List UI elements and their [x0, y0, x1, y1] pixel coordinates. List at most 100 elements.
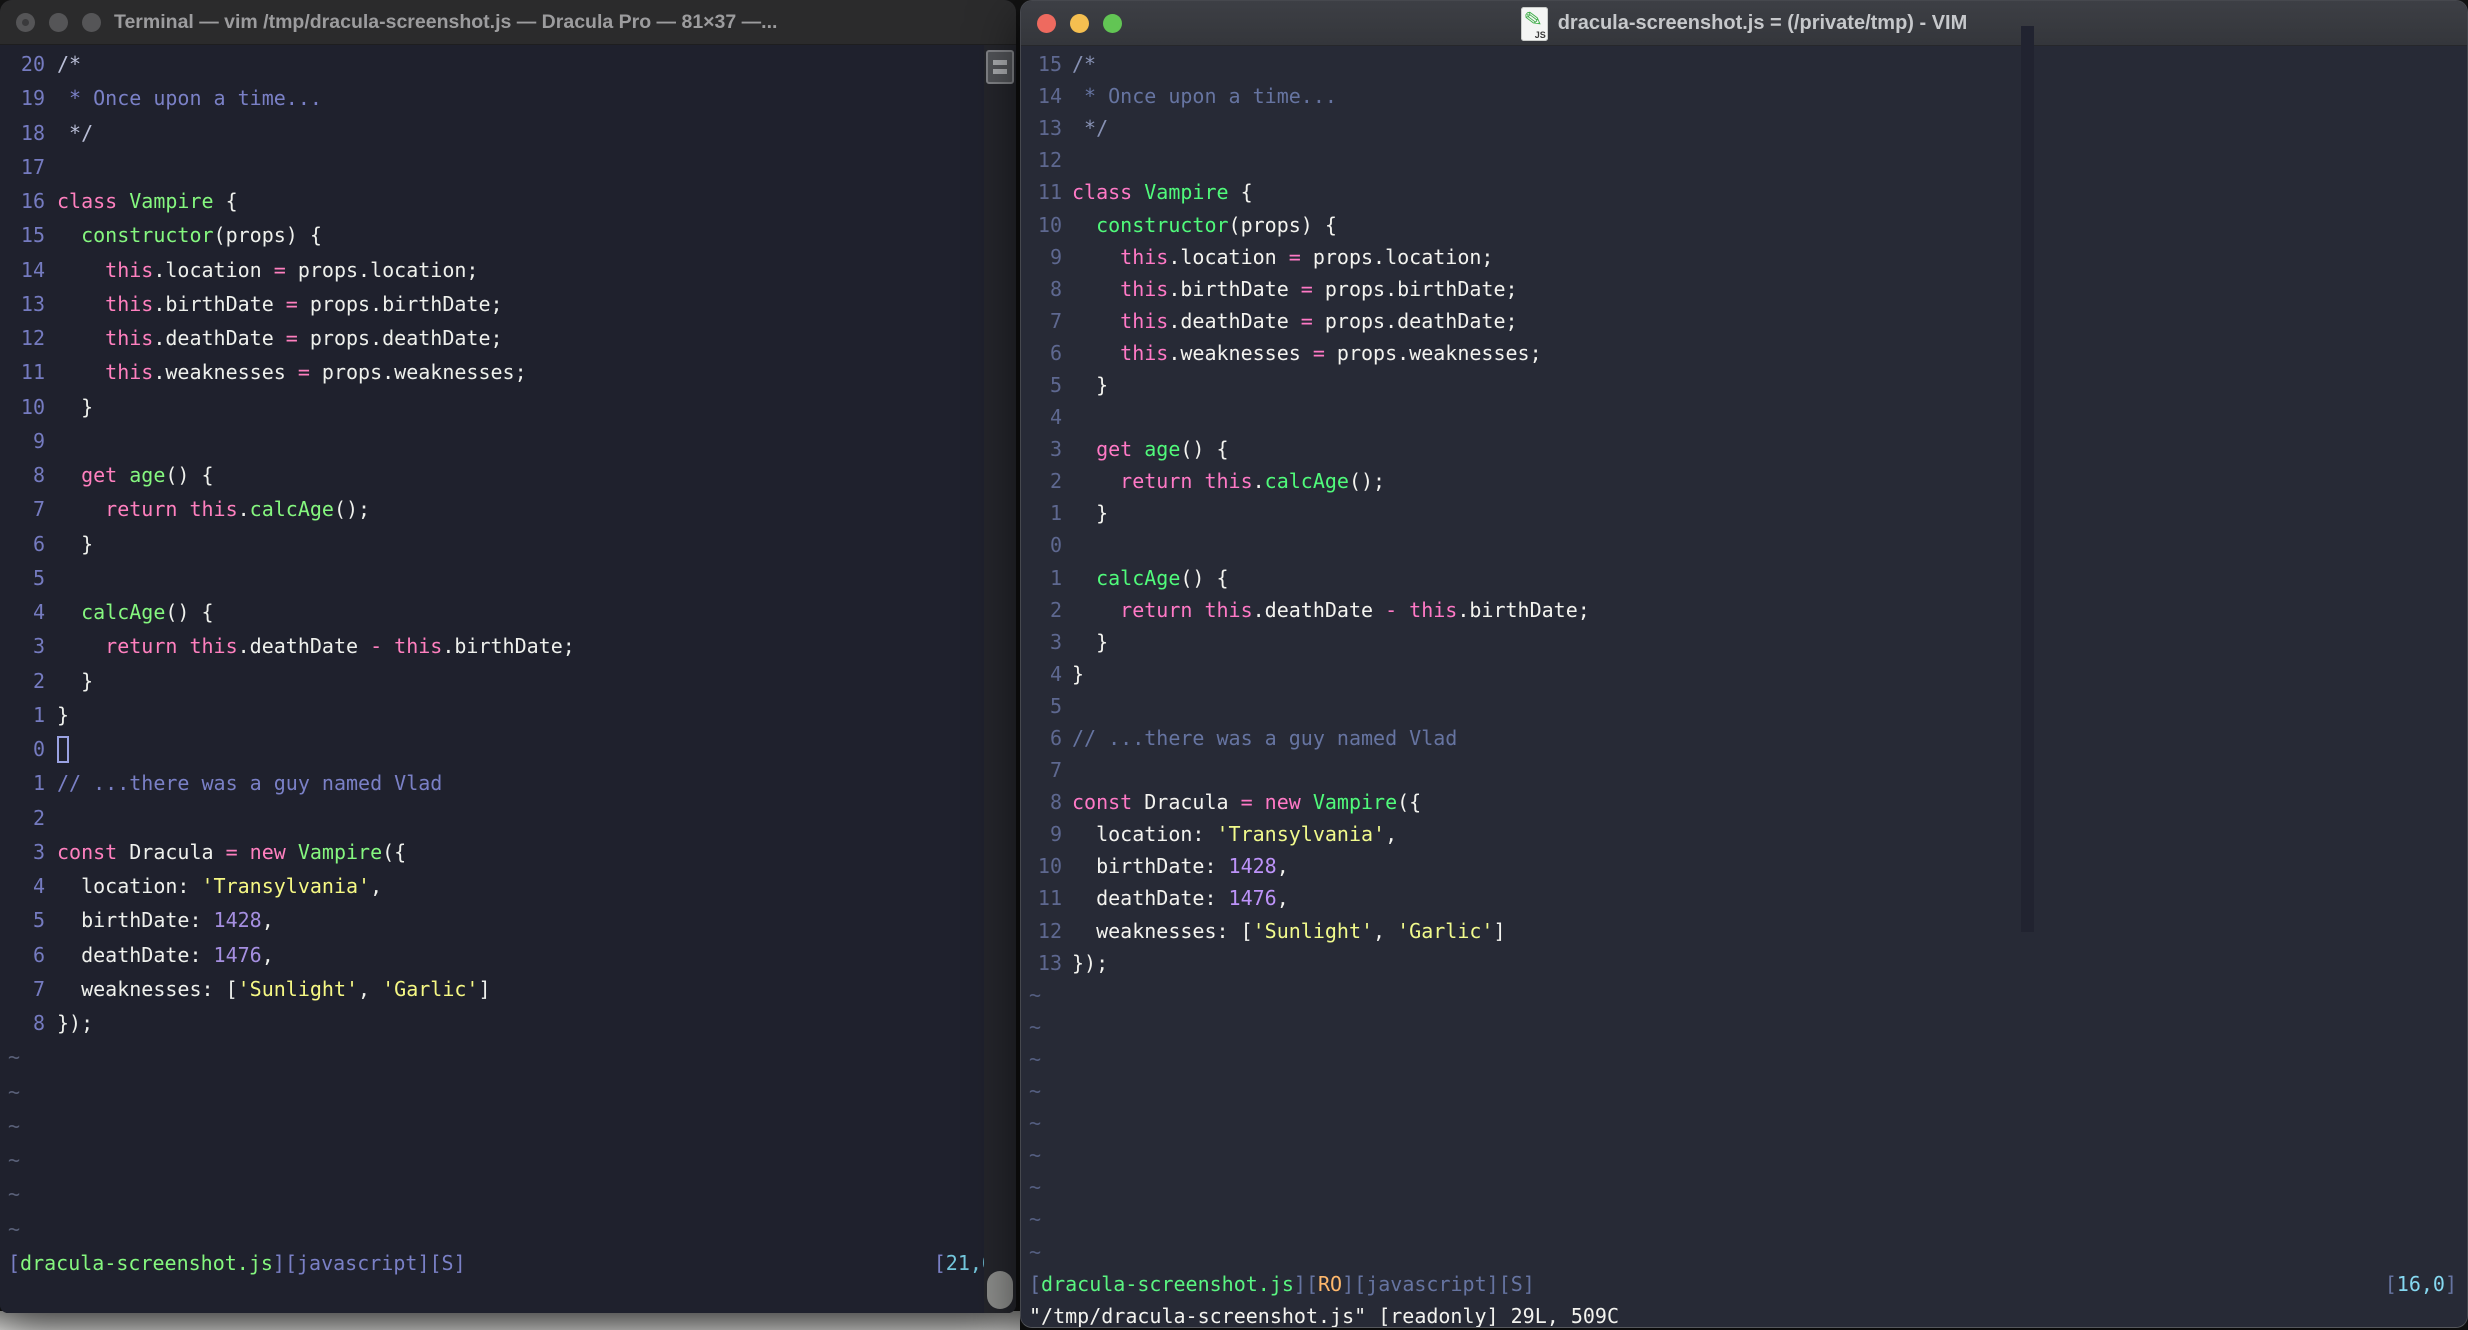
code-line: 0 [0, 732, 1016, 766]
code-line: 7 return this.calcAge(); [0, 492, 1016, 526]
vim-command-line: "/tmp/dracula-screenshot.js" [readonly] … [1029, 1303, 1620, 1328]
tilde-line: ~ [1029, 1207, 1042, 1232]
code-line: 10 } [0, 390, 1016, 424]
line-number: 10 [1037, 212, 1062, 237]
code-line: 14 this.location = props.location; [0, 253, 1016, 287]
line-number: 14 [1037, 84, 1062, 109]
line-number: 13 [20, 291, 45, 316]
line-number: 8 [32, 463, 45, 488]
code-line: 12 [1021, 144, 2467, 176]
terminal-scrollbar[interactable] [984, 45, 1016, 1313]
scrollbar-thumb[interactable] [987, 1271, 1013, 1309]
tilde-line: ~ [1029, 1014, 1042, 1039]
terminal-window: Terminal — vim /tmp/dracula-screenshot.j… [0, 0, 1016, 1313]
tilde-line: ~ [1029, 1143, 1042, 1168]
line-number: 9 [1049, 822, 1062, 847]
code-line: 0 [1021, 529, 2467, 561]
close-button[interactable] [16, 12, 35, 32]
tilde-line: ~ [8, 1113, 21, 1138]
line-number: 0 [32, 737, 45, 762]
line-number: 2 [1049, 469, 1062, 494]
line-number: 15 [1037, 52, 1062, 77]
line-number: 3 [32, 839, 45, 864]
vim-statusline: [dracula-screenshot.js][RO][javascript][… [1029, 1271, 2457, 1296]
minimize-button[interactable] [49, 12, 68, 32]
code-line: 15 constructor(props) { [0, 218, 1016, 252]
macvim-titlebar[interactable]: ✎ JS dracula-screenshot.js = (/private/t… [1021, 1, 2467, 46]
code-line: 10 birthDate: 1428, [1021, 850, 2467, 882]
line-number: 4 [32, 600, 45, 625]
zoom-button[interactable] [82, 12, 101, 32]
code-line: 9 [0, 424, 1016, 458]
tilde-line: ~ [1029, 1175, 1042, 1200]
line-number: 6 [1049, 726, 1062, 751]
code-line: 1} [0, 698, 1016, 732]
code-line: 10 constructor(props) { [1021, 208, 2467, 240]
code-line: 5 [0, 561, 1016, 595]
code-line: 1 calcAge() { [1021, 562, 2467, 594]
line-number: 5 [32, 908, 45, 933]
line-number: 11 [20, 360, 45, 385]
line-number: 7 [1049, 308, 1062, 333]
code-line: 2 } [0, 664, 1016, 698]
code-line: 19 * Once upon a time... [0, 81, 1016, 115]
window-controls [16, 12, 101, 32]
code-line: 5 birthDate: 1428, [0, 903, 1016, 937]
tilde-line: ~ [8, 1079, 21, 1104]
vim-editor-right[interactable]: 15/* 14 * Once upon a time... 13 */12 11 cla… [1021, 46, 2467, 1327]
vim-editor-left[interactable]: 20/* 19 * Once upon a time... 18 */17 16 cla… [0, 45, 1016, 1313]
code-line: 6// ...there was a guy named Vlad [1021, 722, 2467, 754]
window-title: dracula-screenshot.js = (/private/tmp) -… [1557, 12, 1968, 34]
line-number: 13 [1037, 950, 1062, 975]
line-number: 2 [1049, 597, 1062, 622]
line-number: 19 [20, 86, 45, 111]
code-line: 1// ...there was a guy named Vlad [0, 766, 1016, 800]
tilde-line: ~ [1029, 1079, 1042, 1104]
terminal-titlebar[interactable]: Terminal — vim /tmp/dracula-screenshot.j… [0, 0, 1016, 45]
code-line: 13 */ [1021, 112, 2467, 144]
tilde-line: ~ [8, 1045, 21, 1070]
code-line: 12 this.deathDate = props.deathDate; [0, 321, 1016, 355]
vim-scrollbar[interactable] [2021, 26, 2034, 932]
line-number: 16 [20, 189, 45, 214]
code-line: 12 weaknesses: ['Sunlight', 'Garlic'] [1021, 915, 2467, 947]
tilde-line: ~ [8, 1216, 21, 1241]
line-number: 11 [1037, 886, 1062, 911]
code-line: 17 [0, 150, 1016, 184]
line-number: 6 [1049, 340, 1062, 365]
macvim-window: ✎ JS dracula-screenshot.js = (/private/t… [1020, 0, 2468, 1328]
code-line: 4 calcAge() { [0, 595, 1016, 629]
code-line: 15/* [1021, 48, 2467, 80]
line-number: 5 [1049, 693, 1062, 718]
line-number: 5 [32, 565, 45, 590]
tilde-line: ~ [8, 1182, 21, 1207]
code-line: 6 deathDate: 1476, [0, 938, 1016, 972]
line-number: 13 [1037, 116, 1062, 141]
line-number: 17 [20, 154, 45, 179]
code-line: 14 * Once upon a time... [1021, 80, 2467, 112]
line-number: 11 [1037, 180, 1062, 205]
code-line: 3 return this.deathDate - this.birthDate… [0, 629, 1016, 663]
code-line: 8 const Dracula = new Vampire({ [1021, 786, 2467, 818]
tilde-line: ~ [1029, 1046, 1042, 1071]
line-number: 3 [1049, 437, 1062, 462]
code-line: 8 this.birthDate = props.birthDate; [1021, 273, 2467, 305]
code-line: 6 } [0, 527, 1016, 561]
code-line: 8 get age() { [0, 458, 1016, 492]
code-line: 6 this.weaknesses = props.weaknesses; [1021, 337, 2467, 369]
code-line: 9 location: 'Transylvania', [1021, 818, 2467, 850]
line-number: 4 [1049, 405, 1062, 430]
code-line: 7 this.deathDate = props.deathDate; [1021, 305, 2467, 337]
line-number: 2 [32, 668, 45, 693]
code-line: 9 this.location = props.location; [1021, 241, 2467, 273]
vim-command-line [0, 1280, 1016, 1313]
line-number: 1 [32, 702, 45, 727]
split-pane-button[interactable] [986, 50, 1014, 84]
line-number: 7 [1049, 758, 1062, 783]
window-title: Terminal — vim /tmp/dracula-screenshot.j… [114, 11, 778, 33]
code-line: 13 this.birthDate = props.birthDate; [0, 287, 1016, 321]
line-number: 8 [32, 1011, 45, 1036]
code-line: 8}); [0, 1006, 1016, 1040]
line-number: 10 [20, 394, 45, 419]
line-number: 1 [32, 771, 45, 796]
